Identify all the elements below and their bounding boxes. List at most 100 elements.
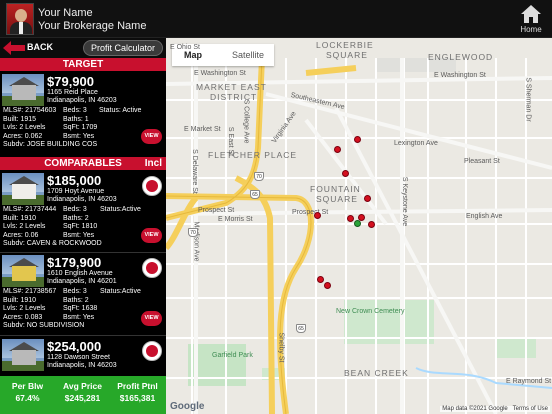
comparable-pin[interactable] [368, 221, 375, 228]
interstate-shield: 65 [296, 324, 306, 333]
comparable-listing[interactable]: $185,000 1709 Hoyt Avenue Indianapolis, … [0, 170, 166, 252]
map-label-fletcher-place: FLETCHER PLACE [208, 150, 298, 160]
avg-price-stat: Avg Price $245,281 [55, 380, 110, 404]
comparable-address-line1: 1610 English Avenue [47, 270, 113, 277]
comparable-view-button[interactable]: VIEW [141, 311, 162, 326]
levels: Lvls: 2 Levels [3, 124, 46, 131]
map-view[interactable]: Map Satellite LOCKERBIE SQUARE ENGLEWOOD… [166, 38, 552, 414]
comparable-pin[interactable] [354, 136, 361, 143]
comparable-pin[interactable] [317, 276, 324, 283]
comparable-pin[interactable] [364, 195, 371, 202]
target-listing[interactable]: $79,900 1165 Reid Place Indianapolis, IN… [0, 71, 166, 157]
status: Status:Active [100, 206, 141, 213]
subdivision: Subdv: JOSE BUILDING COS [3, 141, 98, 148]
target-address-line2: Indianapolis, IN 46203 [47, 97, 117, 104]
acres: Acres: 0.06 [3, 231, 39, 239]
comparable-pin[interactable] [334, 146, 341, 153]
comparable-pin[interactable] [324, 282, 331, 289]
year-built: Built: 1910 [3, 214, 37, 222]
avg-price-label: Avg Price [63, 381, 102, 391]
agent-name: Your Name [38, 7, 93, 19]
profit-potential-label: Profit Ptnl [117, 381, 158, 391]
target-thumbnail[interactable] [2, 74, 44, 106]
mls-number: MLS#: 21737444 [3, 206, 57, 213]
comparable-address-line1: 1709 Hoyt Avenue [47, 188, 105, 195]
sqft: SqFt: 1709 [63, 124, 98, 131]
comparable-address-line2: Indianapolis, IN 46203 [47, 196, 117, 203]
satellite-tab[interactable]: Satellite [222, 44, 274, 66]
comparable-view-button[interactable]: VIEW [141, 228, 162, 243]
target-pin[interactable] [354, 220, 361, 227]
target-address-line1: 1165 Reid Place [47, 89, 98, 96]
comparable-price: $179,900 [47, 255, 102, 270]
street-label: English Ave [466, 213, 503, 220]
include-checkbox[interactable] [142, 341, 162, 361]
comparable-listing[interactable]: $254,000 1128 Dawson Street Indianapolis… [0, 336, 166, 376]
comparable-thumbnail[interactable] [2, 173, 44, 205]
back-button[interactable]: BACK [3, 40, 57, 56]
street-label: S Delaware St [190, 149, 198, 194]
summary-bar: Per Blw 67.4% Avg Price $245,281 Profit … [0, 376, 166, 414]
comparable-pin[interactable] [314, 212, 321, 219]
per-below-label: Per Blw [11, 381, 44, 391]
comparable-thumbnail[interactable] [2, 339, 44, 371]
per-below-stat: Per Blw 67.4% [0, 380, 55, 404]
comparable-details: MLS#: 21738567 Beds: 3 Status:Active Bui… [3, 288, 143, 332]
home-button[interactable]: Home [516, 4, 546, 36]
map-label-lockerbie: LOCKERBIE [316, 40, 374, 50]
app-header: Your Name Your Brokerage Name Home [0, 0, 552, 38]
map-label-new-crown-cemetery: New Crown Cemetery [336, 308, 405, 315]
comparable-details: MLS#: 21737444 Beds: 3 Status:Active Bui… [3, 206, 143, 250]
street-label: S East St [227, 126, 235, 157]
map-label-district: DISTRICT [210, 92, 258, 102]
levels: Lvls: 2 Levels [3, 223, 46, 230]
terms-link[interactable]: Terms of Use [513, 406, 548, 412]
street-label: E Washington St [194, 70, 246, 77]
acres: Acres: 0.062 [3, 132, 43, 140]
map-label-fountain: FOUNTAIN [310, 184, 361, 194]
street-label: E Washington St [434, 72, 486, 79]
back-arrow-icon [3, 41, 25, 55]
comparable-thumbnail[interactable] [2, 255, 44, 287]
mls-number: MLS#: 21738567 [3, 288, 57, 295]
basement: Bsmt: Yes [63, 231, 95, 239]
street-label: S Sherman Dr [524, 77, 532, 122]
comparable-price: $254,000 [47, 339, 102, 354]
agent-avatar [6, 3, 34, 35]
baths: Baths: 2 [63, 214, 89, 222]
comparable-address-line2: Indianapolis, IN 46203 [47, 362, 117, 369]
comparable-price: $185,000 [47, 173, 102, 188]
comparable-pin[interactable] [347, 215, 354, 222]
target-details: MLS#: 21754603 Beds: 3 Status: Active Bu… [3, 107, 143, 155]
interstate-shield: 65 [250, 190, 260, 199]
panel-toolbar: BACK Profit Calculator [0, 38, 166, 58]
street-label: S College Ave [242, 99, 250, 144]
comparable-pin[interactable] [342, 170, 349, 177]
sqft: SqFt: 1638 [63, 305, 98, 312]
subdivision: Subdv: NO SUBDIVISION [3, 322, 85, 329]
beds: Beds: 3 [63, 206, 87, 213]
map-label-englewood: ENGLEWOOD [428, 52, 494, 62]
comparable-address-line1: 1128 Dawson Street [47, 354, 110, 361]
include-checkbox[interactable] [142, 176, 162, 196]
baths: Baths: 1 [63, 115, 89, 123]
profit-calculator-button[interactable]: Profit Calculator [83, 40, 163, 56]
comparables-label: COMPARABLES [44, 158, 122, 169]
listing-panel: BACK Profit Calculator TARGET $79,900 11… [0, 38, 166, 414]
status: Status: Active [99, 107, 142, 114]
street-label: E Market St [184, 126, 221, 133]
subdivision: Subdv: CAVEN & ROCKWOOD [3, 240, 102, 247]
street-label: S Keystone Ave [401, 176, 409, 227]
brokerage-name: Your Brokerage Name [38, 20, 147, 32]
include-checkbox[interactable] [142, 258, 162, 278]
acres: Acres: 0.083 [3, 313, 43, 321]
street-label: Prospect St [292, 209, 329, 216]
include-label: Incl [144, 158, 162, 169]
map-label-fountain-square: SQUARE [316, 194, 358, 204]
comparables-section-header: COMPARABLES Incl [0, 157, 166, 170]
target-view-button[interactable]: VIEW [141, 129, 162, 144]
comparable-address-line2: Indianapolis, IN 46201 [47, 278, 117, 285]
street-label: E Raymond St [506, 378, 552, 385]
street-label: Lexington Ave [394, 140, 438, 147]
comparable-listing[interactable]: $179,900 1610 English Avenue Indianapoli… [0, 253, 166, 335]
